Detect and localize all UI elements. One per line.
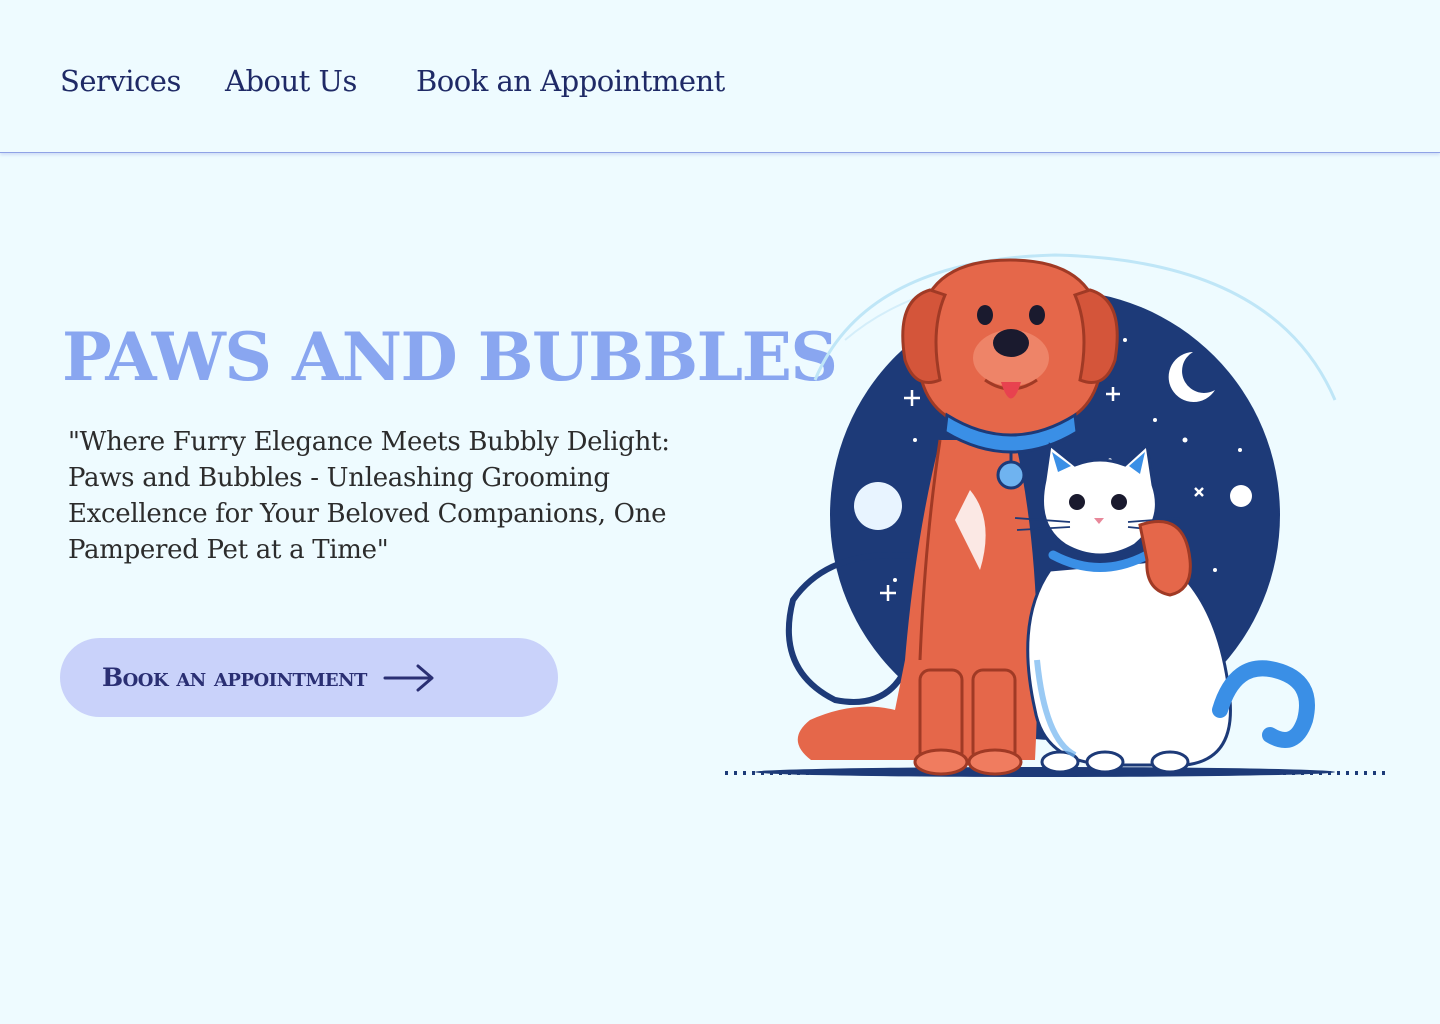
hero-tagline: "Where Furry Elegance Meets Bubbly Delig… [68, 427, 670, 565]
book-appointment-button-label: Book an appointment [102, 663, 367, 692]
dog-and-cat-illustration [725, 253, 1385, 777]
arrow-right-icon [383, 664, 434, 691]
nav-link-services[interactable]: Services [60, 64, 181, 98]
book-appointment-button[interactable]: Book an appointment [60, 638, 558, 717]
top-navigation: Services About Us Book an Appointment [0, 0, 1440, 153]
nav-link-book-appointment[interactable]: Book an Appointment [416, 64, 725, 98]
nav-link-about-us[interactable]: About Us [225, 64, 357, 98]
